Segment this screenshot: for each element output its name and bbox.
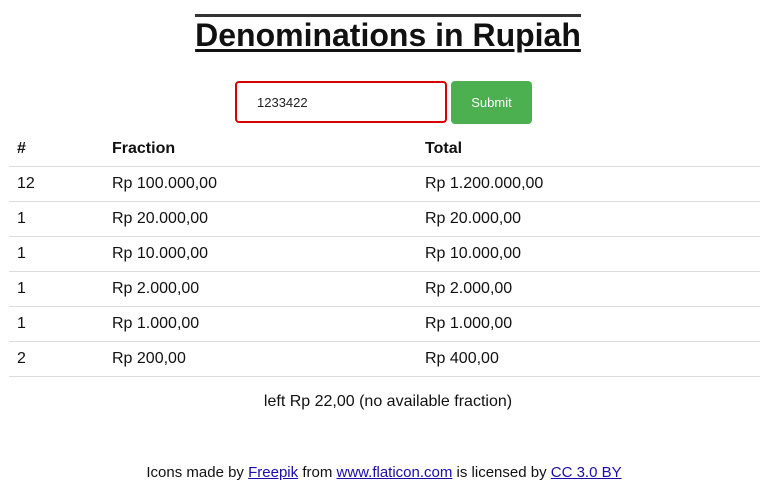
row-fraction: Rp 10.000,00 [104, 236, 417, 272]
row-count: 12 [9, 166, 104, 202]
row-total: Rp 1.000,00 [417, 306, 760, 342]
submit-button[interactable]: Submit [451, 81, 532, 124]
row-fraction: Rp 2.000,00 [104, 271, 417, 307]
column-header-fraction: Fraction [104, 131, 417, 167]
row-total: Rp 2.000,00 [417, 271, 760, 307]
page: Denominations in Rupiah Submit # Fractio… [0, 0, 776, 492]
table-row: 12 Rp 100.000,00 Rp 1.200.000,00 [9, 166, 760, 202]
table-header-row: # Fraction Total [9, 131, 760, 167]
amount-input[interactable] [235, 81, 447, 123]
row-total: Rp 10.000,00 [417, 236, 760, 272]
footer-prefix: Icons made by [146, 464, 244, 481]
column-header-total: Total [417, 131, 760, 167]
amount-form: Submit [235, 81, 532, 124]
page-title-wrapper: Denominations in Rupiah [0, 0, 776, 54]
table-row: 1 Rp 2.000,00 Rp 2.000,00 [9, 271, 760, 307]
license-link[interactable]: CC 3.0 BY [551, 464, 622, 481]
row-fraction: Rp 1.000,00 [104, 306, 417, 342]
row-total: Rp 1.200.000,00 [417, 166, 760, 202]
row-fraction: Rp 200,00 [104, 341, 417, 377]
row-count: 1 [9, 201, 104, 237]
leftover-message: left Rp 22,00 (no available fraction) [263, 393, 513, 410]
row-count: 1 [9, 271, 104, 307]
column-header-count: # [9, 131, 104, 167]
table-row: 1 Rp 1.000,00 Rp 1.000,00 [9, 306, 760, 342]
footer-licensed: is licensed by [456, 464, 547, 481]
row-total: Rp 400,00 [417, 341, 760, 377]
footer-from: from [302, 464, 333, 481]
row-count: 1 [9, 306, 104, 342]
row-count: 1 [9, 236, 104, 272]
row-fraction: Rp 20.000,00 [104, 201, 417, 237]
denominations-table: # Fraction Total 12 Rp 100.000,00 Rp 1.2… [9, 131, 760, 377]
table-row: 2 Rp 200,00 Rp 400,00 [9, 341, 760, 377]
row-total: Rp 20.000,00 [417, 201, 760, 237]
flaticon-link[interactable]: www.flaticon.com [336, 464, 452, 481]
row-fraction: Rp 100.000,00 [104, 166, 417, 202]
table-row: 1 Rp 20.000,00 Rp 20.000,00 [9, 201, 760, 237]
row-count: 2 [9, 341, 104, 377]
attribution-footer: Icons made by Freepik from www.flaticon.… [0, 464, 768, 481]
table-row: 1 Rp 10.000,00 Rp 10.000,00 [9, 236, 760, 272]
page-title: Denominations in Rupiah [195, 14, 581, 53]
freepik-link[interactable]: Freepik [248, 464, 298, 481]
